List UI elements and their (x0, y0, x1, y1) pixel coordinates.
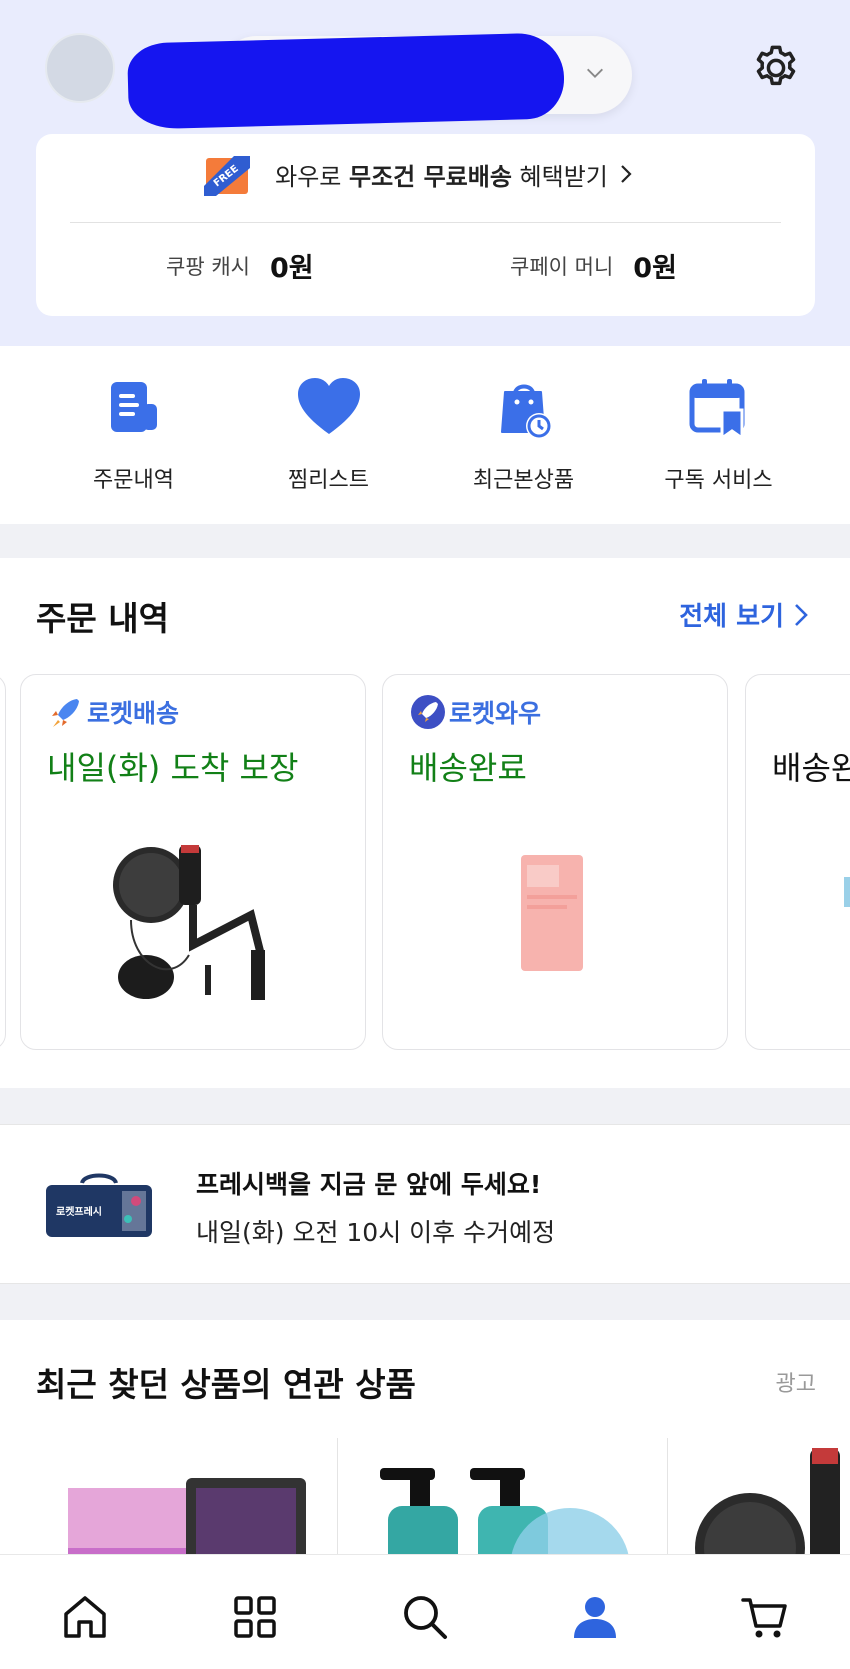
profile-header: FREE 와우로 무조건 무료배송 혜택받기 쿠팡 캐시 0원 쿠페이 머니 0… (0, 0, 850, 346)
section-title: 최근 찾던 상품의 연관 상품 (36, 1365, 416, 1404)
order-card[interactable]: 배송완 (745, 674, 850, 1050)
avatar[interactable] (45, 33, 115, 103)
tab-home[interactable] (55, 1587, 115, 1647)
chevron-right-icon (795, 603, 808, 626)
tab-category[interactable] (225, 1587, 285, 1647)
fresh-subtitle: 내일(화) 오전 10시 이후 수거예정 (196, 1218, 556, 1247)
tab-search[interactable] (395, 1587, 455, 1647)
divider (70, 222, 781, 223)
benefit-highlight: 무조건 무료배송 (349, 162, 512, 191)
cash-value: 0원 (269, 253, 314, 284)
benefit-prefix: 와우로 (275, 162, 349, 191)
quick-recent-products[interactable]: 최근본상품 (426, 346, 621, 524)
quick-subscription[interactable]: 구독 서비스 (621, 346, 816, 524)
order-card[interactable]: 로켓와우 배송완료 (382, 674, 728, 1050)
fresh-title: 프레시백을 지금 문 앞에 두세요! (196, 1170, 542, 1199)
benefit-suffix: 혜택받기 (511, 162, 608, 191)
see-all-label: 전체 보기 (679, 602, 784, 632)
tab-my[interactable] (565, 1587, 625, 1647)
delivery-status: 배송완료 (409, 749, 527, 787)
chevron-right-icon (621, 165, 632, 183)
grid-icon (234, 1596, 276, 1638)
coupang-cash[interactable]: 쿠팡 캐시 0원 (166, 246, 314, 285)
fresh-bag-notice[interactable]: 로켓프레시 프레시백을 지금 문 앞에 두세요! 내일(화) 오전 10시 이후… (0, 1124, 850, 1284)
cart-icon (741, 1598, 787, 1638)
receipt-icon (110, 382, 157, 432)
rocket-icon (52, 699, 79, 727)
order-history-section: 주문 내역 전체 보기 로켓배송 내일(화) 도착 보장 로켓와우 배송완료 배… (0, 558, 850, 1088)
bottom-tab-bar (0, 1554, 850, 1669)
heart-icon (297, 378, 360, 434)
section-title: 주문 내역 (36, 599, 169, 638)
pink-package-product-image (521, 855, 583, 971)
search-icon (404, 1596, 447, 1639)
quick-label: 최근본상품 (472, 468, 575, 493)
chevron-down-icon (587, 68, 603, 78)
user-icon (574, 1597, 616, 1638)
gear-icon[interactable] (750, 42, 802, 94)
quick-label: 구독 서비스 (664, 468, 773, 493)
coupay-money[interactable]: 쿠페이 머니 0원 (510, 246, 677, 285)
rocket-wow-icon (411, 695, 445, 729)
quick-wishlist[interactable]: 찜리스트 (231, 346, 426, 524)
ad-label: 광고 (775, 1372, 816, 1397)
pay-label: 쿠페이 머니 (510, 254, 614, 279)
delivery-status: 내일(화) 도착 보장 (47, 749, 299, 787)
home-icon (64, 1596, 106, 1638)
cash-label: 쿠팡 캐시 (166, 254, 250, 279)
svg-text:로켓프레시: 로켓프레시 (56, 1205, 102, 1218)
shopping-bag-clock-icon (500, 384, 552, 439)
wow-benefit-link[interactable]: 와우로 무조건 무료배송 혜택받기 (36, 152, 815, 196)
delivery-type: 로켓배송 (47, 693, 179, 731)
delivery-status: 배송완 (772, 749, 850, 787)
quick-menu: 주문내역 찜리스트 최근본상품 구독 서비스 (0, 346, 850, 524)
delivery-type: 로켓와우 (409, 693, 541, 731)
quick-order-history[interactable]: 주문내역 (36, 346, 231, 524)
order-card[interactable] (0, 674, 6, 1050)
username-redaction (126, 32, 566, 130)
see-all-link[interactable]: 전체 보기 (679, 596, 810, 633)
quick-label: 주문내역 (93, 468, 174, 493)
quick-label: 찜리스트 (288, 468, 369, 493)
microphone-product-image (113, 845, 265, 1000)
order-card[interactable]: 로켓배송 내일(화) 도착 보장 (20, 674, 366, 1050)
calendar-bookmark-icon (689, 379, 744, 441)
delivery-type-label: 로켓와우 (449, 699, 542, 728)
tab-cart[interactable] (735, 1587, 795, 1647)
benefit-card: FREE 와우로 무조건 무료배송 혜택받기 쿠팡 캐시 0원 쿠페이 머니 0… (36, 134, 815, 316)
fresh-bag-image: 로켓프레시 (46, 1173, 152, 1237)
delivery-type-label: 로켓배송 (87, 699, 180, 728)
product-image (844, 877, 850, 907)
pay-value: 0원 (633, 253, 677, 284)
